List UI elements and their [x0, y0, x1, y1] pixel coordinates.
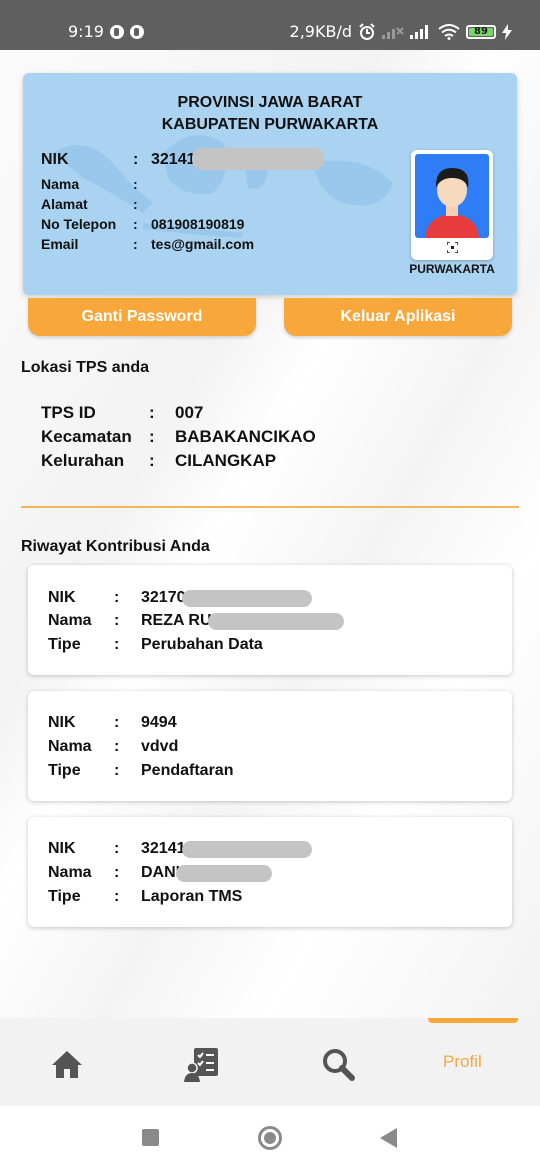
history-row-nama: Nama : DANI [48, 864, 273, 882]
history-value: 32141 [141, 840, 186, 857]
photo-caption: PURWAKARTA [409, 262, 495, 276]
search-icon [323, 1049, 355, 1081]
system-navigation-bar [0, 1106, 540, 1170]
signal-icon [382, 26, 404, 39]
history-value: Laporan TMS [141, 888, 243, 905]
regency-title: KABUPATEN PURWAKARTA [161, 116, 379, 133]
network-speed: 2,9KB/d [289, 22, 352, 41]
redaction-blur [176, 864, 273, 882]
report-list-icon [184, 1048, 218, 1082]
profile-page: PROVINSI JAWA BARAT KABUPATEN PURWAKARTA… [0, 50, 540, 1018]
bottom-navigation: Profil [0, 1018, 540, 1106]
nav-report[interactable] [182, 1044, 222, 1084]
logout-button[interactable]: Keluar Aplikasi [284, 298, 512, 336]
history-label: Tipe [48, 636, 81, 653]
profile-photo[interactable] [411, 150, 493, 260]
history-section-title: Riwayat Kontribusi Anda [21, 538, 210, 555]
id-field-label: Nama [41, 176, 80, 192]
history-row-tipe: Tipe : Laporan TMS [48, 888, 243, 905]
id-card: PROVINSI JAWA BARAT KABUPATEN PURWAKARTA… [23, 73, 517, 295]
notification-icon [109, 24, 124, 39]
tps-row-kecamatan: Kecamatan : BABAKANCIKAO [41, 427, 316, 446]
history-row-nama: Nama : REZA RU [48, 612, 344, 630]
redaction-blur [181, 840, 312, 858]
id-field-label: Alamat [41, 196, 88, 212]
status-bar: 9:19 2,9KB/d 89 [0, 0, 540, 50]
tps-value: 007 [175, 403, 204, 422]
id-field-alamat: Alamat : [41, 196, 138, 212]
redaction-blur [181, 589, 312, 607]
redaction-blur [191, 148, 324, 170]
history-label: NIK [48, 714, 76, 731]
alarm-icon [359, 22, 375, 40]
history-row-nik: NIK : 32141 [48, 840, 312, 858]
history-row-tipe: Tipe : Pendaftaran [48, 762, 234, 779]
id-field-value: 081908190819 [151, 216, 245, 232]
nav-home[interactable] [47, 1044, 87, 1084]
history-row-nik: NIK : 9494 [48, 714, 177, 731]
change-password-button[interactable]: Ganti Password [28, 298, 256, 336]
history-label: NIK [48, 589, 76, 606]
status-time: 9:19 [68, 22, 104, 41]
charging-icon [502, 23, 512, 40]
nav-search[interactable] [318, 1044, 358, 1084]
wifi-icon [438, 23, 460, 40]
history-value: REZA RU [141, 612, 212, 629]
history-row-nama: Nama : vdvd [48, 738, 179, 755]
battery-icon: 89 [466, 24, 496, 39]
tps-row-kelurahan: Kelurahan : CILANGKAP [41, 451, 277, 470]
history-value: vdvd [141, 738, 179, 755]
tps-value: BABAKANCIKAO [175, 427, 316, 446]
section-divider [21, 506, 519, 508]
id-field-label: Email [41, 236, 79, 252]
history-card[interactable]: NIK : 9494 Nama : vdvd Tipe : Pendaftara… [28, 691, 512, 801]
scan-icon [447, 242, 458, 253]
tps-label: TPS ID [41, 403, 96, 422]
home-button-icon[interactable] [258, 1126, 282, 1150]
recents-icon[interactable] [142, 1129, 159, 1146]
id-field-telepon: No Telepon : 081908190819 [41, 216, 245, 232]
history-label: Nama [48, 612, 92, 629]
tps-value: CILANGKAP [175, 451, 277, 470]
id-field-label: NIK [41, 151, 69, 168]
tps-row-id: TPS ID : 007 [41, 403, 204, 422]
history-card[interactable]: NIK : 32141 Nama : DANI Tipe : Laporan T… [28, 817, 512, 927]
id-field-value: 32141 [151, 151, 196, 168]
id-field-label: No Telepon [41, 216, 117, 232]
id-field-nik: NIK : 32141 [41, 148, 324, 170]
active-tab-indicator [428, 1018, 518, 1023]
history-label: NIK [48, 840, 76, 857]
nav-profile[interactable]: Profil [443, 1052, 482, 1072]
signal-icon [410, 24, 428, 39]
history-label: Tipe [48, 762, 81, 779]
history-card[interactable]: NIK : 32170 Nama : REZA RU Tipe : Peruba… [28, 565, 512, 675]
notification-icon [129, 24, 144, 39]
history-label: Nama [48, 864, 92, 881]
redaction-blur [207, 612, 344, 630]
tps-label: Kelurahan [41, 451, 125, 470]
province-title: PROVINSI JAWA BARAT [177, 94, 363, 111]
history-value: 32170 [141, 589, 186, 606]
history-row-nik: NIK : 32170 [48, 589, 312, 607]
history-label: Nama [48, 738, 92, 755]
history-value: 9494 [141, 714, 177, 731]
tps-section-title: Lokasi TPS anda [21, 359, 150, 376]
id-field-nama: Nama : [41, 176, 138, 192]
history-label: Tipe [48, 888, 81, 905]
id-field-value: tes@gmail.com [151, 236, 255, 252]
history-value: Perubahan Data [141, 636, 263, 653]
battery-level: 89 [474, 26, 488, 37]
id-field-email: Email : tes@gmail.com [41, 236, 255, 252]
tps-label: Kecamatan [41, 427, 132, 446]
back-icon[interactable] [380, 1128, 397, 1148]
history-value: DANI [141, 864, 181, 881]
avatar-icon [425, 168, 479, 238]
home-icon [52, 1051, 82, 1078]
history-value: Pendaftaran [141, 762, 234, 779]
history-row-tipe: Tipe : Perubahan Data [48, 636, 263, 653]
